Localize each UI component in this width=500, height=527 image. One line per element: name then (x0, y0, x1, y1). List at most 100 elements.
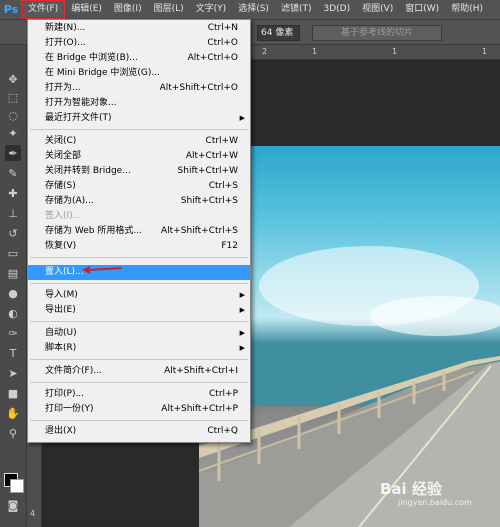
menu-item-label: 自动(U) (45, 328, 77, 338)
ruler-tick: 1 (392, 47, 398, 56)
menu-separator (30, 257, 248, 258)
menu-3d[interactable]: 3D(D) (318, 2, 355, 17)
slices-from-guides-button[interactable]: 基于参考线的切片 (312, 25, 442, 41)
menu-item-place[interactable]: 置入(L)... (28, 265, 250, 280)
ruler-tick: 2 (262, 47, 268, 56)
menu-item-close-go-bridge[interactable]: 关闭并转到 Bridge... Shift+Ctrl+W (28, 164, 250, 179)
baidu-watermark-url: jingyan.baidu.com (398, 498, 472, 507)
eraser-tool-icon[interactable]: ▭ (5, 245, 21, 261)
menu-image[interactable]: 图像(I) (109, 2, 147, 17)
menu-item-automate[interactable]: 自动(U) ▶ (28, 326, 250, 341)
stamp-tool-icon[interactable]: ⊥ (5, 205, 21, 221)
menu-item-close-all[interactable]: 关闭全部 Alt+Ctrl+W (28, 149, 250, 164)
baidu-watermark: Bai 经验 (380, 480, 442, 498)
menu-item-save-as[interactable]: 存储为(A)... Shift+Ctrl+S (28, 194, 250, 209)
ruler-tick: 1 (482, 47, 488, 56)
menu-item-shortcut: Alt+Shift+Ctrl+S (161, 226, 238, 236)
healing-tool-icon[interactable]: ✚ (5, 185, 21, 201)
menu-item-new[interactable]: 新建(N)... Ctrl+N (28, 21, 250, 36)
menu-item-exit[interactable]: 退出(X) Ctrl+Q (28, 424, 250, 439)
lasso-tool-icon[interactable]: ◌ (5, 107, 21, 123)
menu-item-shortcut: Alt+Shift+Ctrl+I (164, 366, 238, 376)
menu-item-recent-files[interactable]: 最近打开文件(T) ▶ (28, 111, 250, 126)
menu-item-label: 退出(X) (45, 426, 77, 436)
menu-item-shortcut: Ctrl+N (207, 23, 238, 33)
menu-item-label: 打印一份(Y) (45, 404, 94, 414)
menu-item-label: 签入(I)... (45, 211, 82, 221)
red-arrow-icon (82, 266, 122, 274)
menu-layer[interactable]: 图层(L) (149, 2, 189, 17)
pen-tool-icon[interactable]: ✑ (5, 325, 21, 341)
menu-bar: Ps 文件(F) 编辑(E) 图像(I) 图层(L) 文字(Y) 选择(S) 滤… (0, 0, 500, 20)
zoom-tool-icon[interactable]: ⚲ (5, 425, 21, 441)
hand-tool-icon[interactable]: ✋ (5, 405, 21, 421)
menu-item-label: 在 Mini Bridge 中浏览(G)... (45, 68, 160, 78)
marquee-tool-icon[interactable]: ⬚ (5, 89, 21, 105)
menu-item-revert[interactable]: 恢复(V) F12 (28, 239, 250, 254)
menu-window[interactable]: 窗口(W) (400, 2, 444, 17)
menu-item-import[interactable]: 导入(M) ▶ (28, 288, 250, 303)
menu-edit[interactable]: 编辑(E) (66, 2, 107, 17)
menu-filter[interactable]: 滤镜(T) (276, 2, 317, 17)
history-brush-icon[interactable]: ↺ (5, 225, 21, 241)
menu-separator (30, 321, 248, 322)
menu-item-scripts[interactable]: 脚本(R) ▶ (28, 341, 250, 356)
menu-item-shortcut: Ctrl+Q (207, 426, 238, 436)
menu-item-label: 在 Bridge 中浏览(B)... (45, 53, 138, 63)
submenu-arrow-icon: ▶ (239, 306, 245, 314)
blur-tool-icon[interactable]: ● (5, 285, 21, 301)
menu-item-export[interactable]: 导出(E) ▶ (28, 303, 250, 318)
submenu-arrow-icon: ▶ (239, 344, 245, 352)
menu-item-open-as[interactable]: 打开为... Alt+Shift+Ctrl+O (28, 81, 250, 96)
dodge-tool-icon[interactable]: ◐ (5, 305, 21, 321)
menu-separator (30, 359, 248, 360)
menu-item-browse-bridge[interactable]: 在 Bridge 中浏览(B)... Alt+Ctrl+O (28, 51, 250, 66)
magic-wand-icon[interactable]: ✦ (5, 125, 21, 141)
menu-item-label: 最近打开文件(T) (45, 113, 112, 123)
ruler-tick: 1 (312, 47, 318, 56)
menu-item-file-info[interactable]: 文件简介(F)... Alt+Shift+Ctrl+I (28, 364, 250, 379)
menu-item-save[interactable]: 存储(S) Ctrl+S (28, 179, 250, 194)
move-tool-icon[interactable]: ✥ (5, 71, 21, 87)
menu-item-label: 存储为(A)... (45, 196, 94, 206)
menu-item-label: 文件简介(F)... (45, 366, 102, 376)
submenu-arrow-icon: ▶ (239, 114, 245, 122)
menu-file[interactable]: 文件(F) (20, 0, 66, 19)
menu-view[interactable]: 视图(V) (357, 2, 398, 17)
menu-item-label: 打开(O)... (45, 38, 86, 48)
menu-item-shortcut: Ctrl+O (207, 38, 238, 48)
menu-item-label: 存储为 Web 所用格式... (45, 226, 142, 236)
menu-item-shortcut: Alt+Shift+Ctrl+P (161, 404, 238, 414)
menu-select[interactable]: 选择(S) (233, 2, 274, 17)
menu-item-save-for-web[interactable]: 存储为 Web 所用格式... Alt+Shift+Ctrl+S (28, 224, 250, 239)
gradient-tool-icon[interactable]: ▤ (5, 265, 21, 281)
menu-item-open-smart-object[interactable]: 打开为智能对象... (28, 96, 250, 111)
menu-help[interactable]: 帮助(H) (446, 2, 488, 17)
menu-item-shortcut: Shift+Ctrl+S (180, 196, 238, 206)
menu-item-open[interactable]: 打开(O)... Ctrl+O (28, 36, 250, 51)
type-tool-icon[interactable]: T (5, 345, 21, 361)
menu-item-check-in: 签入(I)... (28, 209, 250, 224)
menu-item-browse-mini-bridge[interactable]: 在 Mini Bridge 中浏览(G)... (28, 66, 250, 81)
menu-item-close[interactable]: 关闭(C) Ctrl+W (28, 134, 250, 149)
shape-tool-icon[interactable]: ■ (5, 385, 21, 401)
menu-item-print-one-copy[interactable]: 打印一份(Y) Alt+Shift+Ctrl+P (28, 402, 250, 417)
background-color-swatch[interactable] (10, 479, 24, 493)
menu-item-shortcut: Ctrl+P (209, 389, 238, 399)
menu-item-label: 打开为智能对象... (45, 98, 117, 108)
brush-tool-icon[interactable]: ✎ (5, 165, 21, 181)
menu-item-print[interactable]: 打印(P)... Ctrl+P (28, 387, 250, 402)
menu-item-shortcut: Alt+Shift+Ctrl+O (159, 83, 238, 93)
submenu-arrow-icon: ▶ (239, 291, 245, 299)
menu-item-label: 恢复(V) (45, 241, 77, 251)
menu-type[interactable]: 文字(Y) (191, 2, 232, 17)
photoshop-logo: Ps (3, 3, 19, 16)
size-field[interactable]: 64 像素 (257, 25, 300, 41)
menu-item-label: 导入(M) (45, 290, 78, 300)
quick-mask-icon[interactable]: ◙ (5, 497, 21, 513)
path-select-icon[interactable]: ➤ (5, 365, 21, 381)
menu-item-shortcut: Ctrl+W (205, 136, 238, 146)
menu-item-shortcut: Alt+Ctrl+O (187, 53, 238, 63)
eyedropper-tool-icon[interactable]: ✒ (5, 145, 21, 161)
menu-item-label: 打开为... (45, 83, 81, 93)
